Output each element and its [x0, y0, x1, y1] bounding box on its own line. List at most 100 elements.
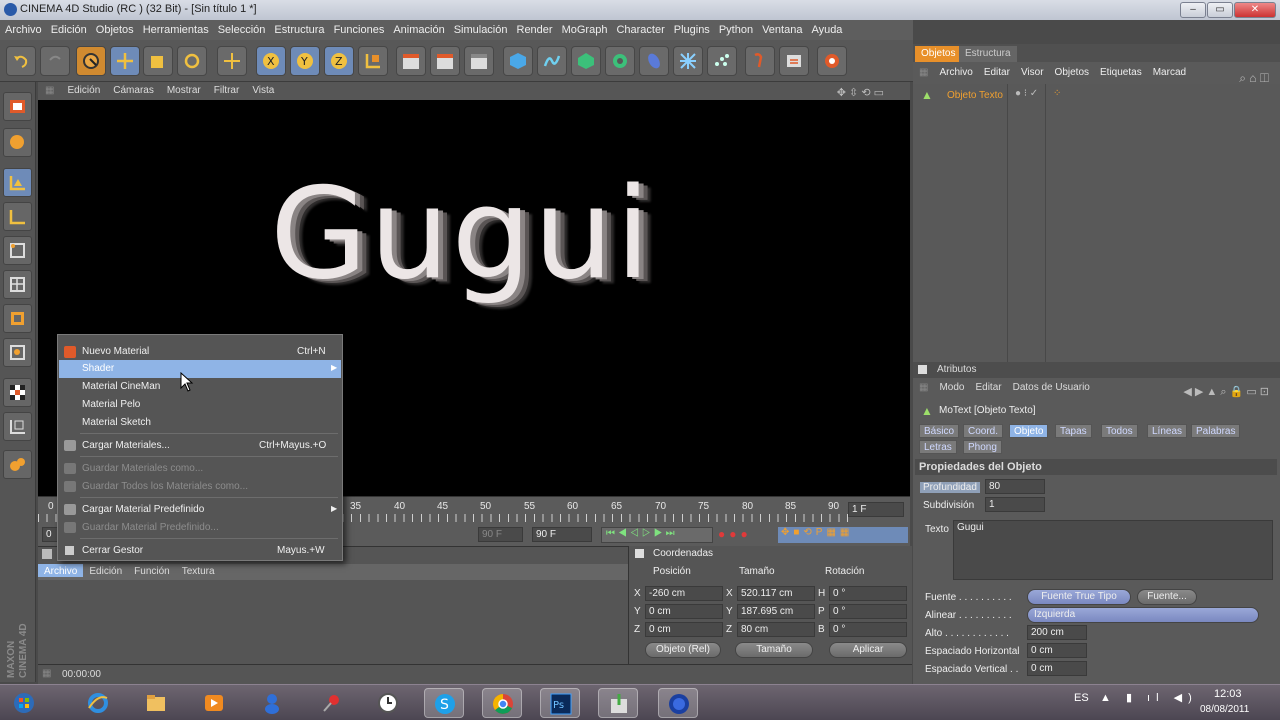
- menu-simulacion[interactable]: Simulación: [449, 20, 512, 36]
- esp-h-field[interactable]: 0 cm: [1027, 643, 1087, 658]
- menu-item-material-pelo[interactable]: Material Pelo: [59, 396, 341, 414]
- rot-h-field[interactable]: 0 °: [829, 586, 907, 601]
- panel-toggle-icon[interactable]: [42, 549, 52, 559]
- menu-archivo[interactable]: Archivo: [0, 20, 46, 36]
- search-icon[interactable]: ⌕ ⌂ ◫: [1233, 66, 1274, 86]
- menu-item-nuevo-material[interactable]: Nuevo Material Ctrl+N: [59, 343, 341, 361]
- coord-mode-select[interactable]: Objeto (Rel): [645, 642, 721, 658]
- vp-menu-camaras[interactable]: Cámaras: [106, 82, 160, 96]
- obj-menu-visor[interactable]: Visor: [1015, 62, 1049, 78]
- taskbar-messenger[interactable]: [252, 688, 292, 718]
- font-button[interactable]: Fuente...: [1137, 589, 1197, 605]
- menu-item-material-sketch[interactable]: Material Sketch: [59, 414, 341, 432]
- font-type-select[interactable]: Fuente True Tipo: [1027, 589, 1131, 605]
- taskbar-photoshop[interactable]: Ps: [540, 688, 580, 718]
- scale-button[interactable]: [143, 46, 173, 76]
- coord-system-button[interactable]: [358, 46, 388, 76]
- rot-b-field[interactable]: 0 °: [829, 622, 907, 637]
- cube-button[interactable]: [503, 46, 533, 76]
- clock-time[interactable]: 12:03: [1214, 688, 1242, 700]
- size-y-field[interactable]: 187.695 cm: [737, 604, 815, 619]
- particle-button[interactable]: [707, 46, 737, 76]
- menu-item-guardar-materiales[interactable]: Guardar Materiales como...: [59, 460, 341, 478]
- record-buttons[interactable]: ●●●: [718, 527, 772, 543]
- snap-button[interactable]: [3, 378, 32, 407]
- panel-toggle-icon[interactable]: [918, 365, 927, 374]
- nav-arrows-icon[interactable]: ◀ ▶ ▲ ⌕ 🔒 ▭ ⊡: [1177, 381, 1274, 399]
- rot-p-field[interactable]: 0 °: [829, 604, 907, 619]
- taskbar-ie[interactable]: [78, 688, 118, 718]
- live-select-button[interactable]: [76, 46, 106, 76]
- deformer-button[interactable]: [639, 46, 669, 76]
- taskbar-explorer[interactable]: [136, 688, 176, 718]
- attr-menu-datos-usuario[interactable]: Datos de Usuario: [1007, 378, 1095, 393]
- render-settings-button[interactable]: [464, 46, 494, 76]
- menu-character[interactable]: Character: [611, 20, 668, 36]
- tab-coord[interactable]: Coord.: [963, 424, 1004, 438]
- obj-menu-archivo[interactable]: Archivo: [933, 62, 977, 78]
- taskbar-skype[interactable]: S: [424, 688, 464, 718]
- menu-mograph[interactable]: MoGraph: [557, 20, 612, 36]
- axis-mode-button[interactable]: [3, 168, 32, 197]
- edges-mode-button[interactable]: [3, 236, 32, 265]
- mat-menu-funcion[interactable]: Función: [128, 564, 176, 577]
- object-name[interactable]: Objeto Texto: [947, 90, 1003, 101]
- clock-date[interactable]: 08/08/2011: [1200, 704, 1249, 715]
- viewport-nav-icons[interactable]: ✥ ⇳ ⟲ ▭: [830, 83, 890, 99]
- menu-item-guardar-todos[interactable]: Guardar Todos los Materiales como...: [59, 478, 341, 496]
- texto-textarea[interactable]: Gugui: [953, 520, 1273, 580]
- rotate-button[interactable]: [177, 46, 207, 76]
- render-picture-button[interactable]: [430, 46, 460, 76]
- current-frame-field[interactable]: 1 F: [848, 502, 904, 517]
- coord-size-select[interactable]: Tamaño: [735, 642, 813, 658]
- menu-item-guardar-predefinido[interactable]: Guardar Material Predefinido...: [59, 519, 341, 537]
- pos-z-field[interactable]: 0 cm: [645, 622, 723, 637]
- z-axis-button[interactable]: Z: [324, 46, 354, 76]
- obj-menu-marcadores[interactable]: Marcad: [1147, 62, 1191, 78]
- tab-palabras[interactable]: Palabras: [1191, 424, 1241, 438]
- esp-v-field[interactable]: 0 cm: [1027, 661, 1087, 676]
- tab-estructura[interactable]: Estructura: [959, 46, 1017, 62]
- tab-objetos[interactable]: Objetos: [915, 46, 962, 62]
- vp-menu-mostrar[interactable]: Mostrar: [160, 82, 207, 96]
- tab-tapas[interactable]: Tapas: [1055, 424, 1092, 438]
- taskbar-clock-app[interactable]: [368, 688, 408, 718]
- menu-seleccion[interactable]: Selección: [213, 20, 270, 36]
- minimize-button[interactable]: –: [1180, 2, 1206, 18]
- menu-item-material-cineman[interactable]: Material CineMan: [59, 378, 341, 396]
- vp-menu-filtrar[interactable]: Filtrar: [207, 82, 246, 96]
- points-mode-button[interactable]: [3, 202, 32, 231]
- object-row[interactable]: ▲ Objeto Texto ● ⁝ ✓ ⁘: [917, 87, 1277, 105]
- visibility-dots-icon[interactable]: ● ⁝ ✓: [1015, 88, 1038, 99]
- tab-objeto[interactable]: Objeto: [1009, 424, 1049, 438]
- scene-button[interactable]: [673, 46, 703, 76]
- attr-menu-modo[interactable]: Modo: [933, 378, 969, 393]
- taskbar-cinema4d[interactable]: [658, 688, 698, 718]
- move-tool-button[interactable]: [217, 46, 247, 76]
- mat-menu-archivo[interactable]: Archivo: [38, 564, 84, 577]
- alto-field[interactable]: 200 cm: [1027, 625, 1087, 640]
- array-button[interactable]: [605, 46, 635, 76]
- menu-ventana[interactable]: Ventana: [757, 20, 806, 36]
- sculpt-button[interactable]: [3, 450, 32, 479]
- menu-item-cargar-materiales[interactable]: Cargar Materiales... Ctrl+Mayus.+O: [59, 437, 341, 455]
- taskbar-installer[interactable]: [598, 688, 638, 718]
- model-mode-button[interactable]: [3, 92, 32, 121]
- y-axis-button[interactable]: Y: [290, 46, 320, 76]
- menu-item-cerrar-gestor[interactable]: Cerrar Gestor Mayus.+W: [59, 542, 341, 560]
- obj-menu-editar[interactable]: Editar: [978, 62, 1015, 78]
- taskbar-pin[interactable]: [312, 688, 352, 718]
- end-frame-field-a[interactable]: 90 F: [478, 527, 523, 542]
- end-frame-field-b[interactable]: 90 F: [532, 527, 592, 542]
- redo-button[interactable]: [40, 46, 70, 76]
- tray-icons[interactable]: ▲ ▮ ıl ◀): [1100, 691, 1198, 704]
- light-button[interactable]: [779, 46, 809, 76]
- attr-menu-editar[interactable]: Editar: [969, 378, 1006, 393]
- menu-render[interactable]: Render: [512, 20, 557, 36]
- sky-button[interactable]: [817, 46, 847, 76]
- close-button[interactable]: ✕: [1234, 2, 1276, 18]
- menu-funciones[interactable]: Funciones: [329, 20, 389, 36]
- menu-herramientas[interactable]: Herramientas: [138, 20, 213, 36]
- workplane-button[interactable]: [3, 412, 32, 441]
- move-button[interactable]: [110, 46, 140, 76]
